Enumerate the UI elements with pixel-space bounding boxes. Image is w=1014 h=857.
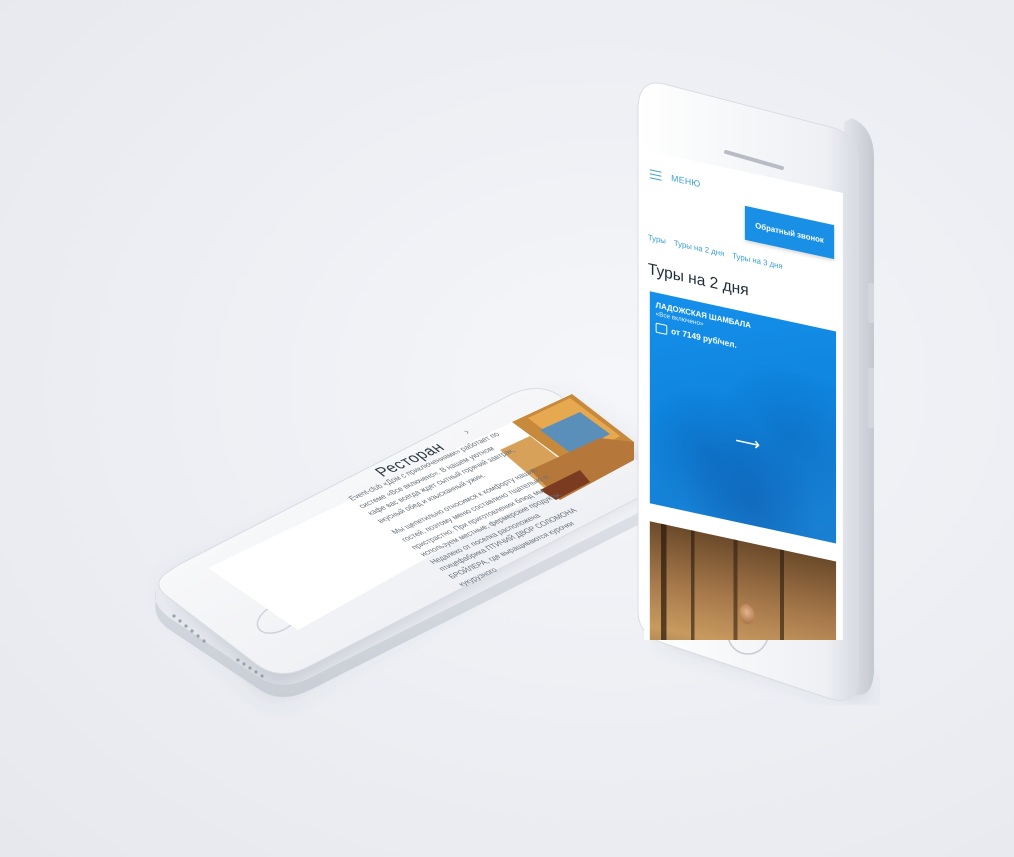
- tour-card[interactable]: ЛАДОЖСКАЯ ШАМБАЛА «Все включено» от 7149…: [649, 291, 837, 544]
- wallet-icon: [655, 322, 668, 336]
- breadcrumb-item-3days[interactable]: Туры на 3 дня: [732, 251, 782, 271]
- breadcrumb-item-tours[interactable]: Туры: [648, 233, 666, 246]
- tour-photo-card[interactable]: [649, 521, 837, 640]
- screen-content: МЕНЮ VK f Обратный звонок Туры Туры на 2…: [644, 150, 843, 640]
- callback-button[interactable]: Обратный звонок: [744, 205, 835, 260]
- standing-phone-screen: МЕНЮ VK f Обратный звонок Туры Туры на 2…: [644, 150, 847, 640]
- hamburger-icon[interactable]: [649, 169, 662, 181]
- menu-label[interactable]: МЕНЮ: [671, 173, 700, 189]
- tour-card-price: от 7149 руб/чел.: [671, 325, 737, 351]
- person-photo: [739, 602, 755, 626]
- breadcrumb-item-2days[interactable]: Туры на 2 дня: [674, 238, 724, 258]
